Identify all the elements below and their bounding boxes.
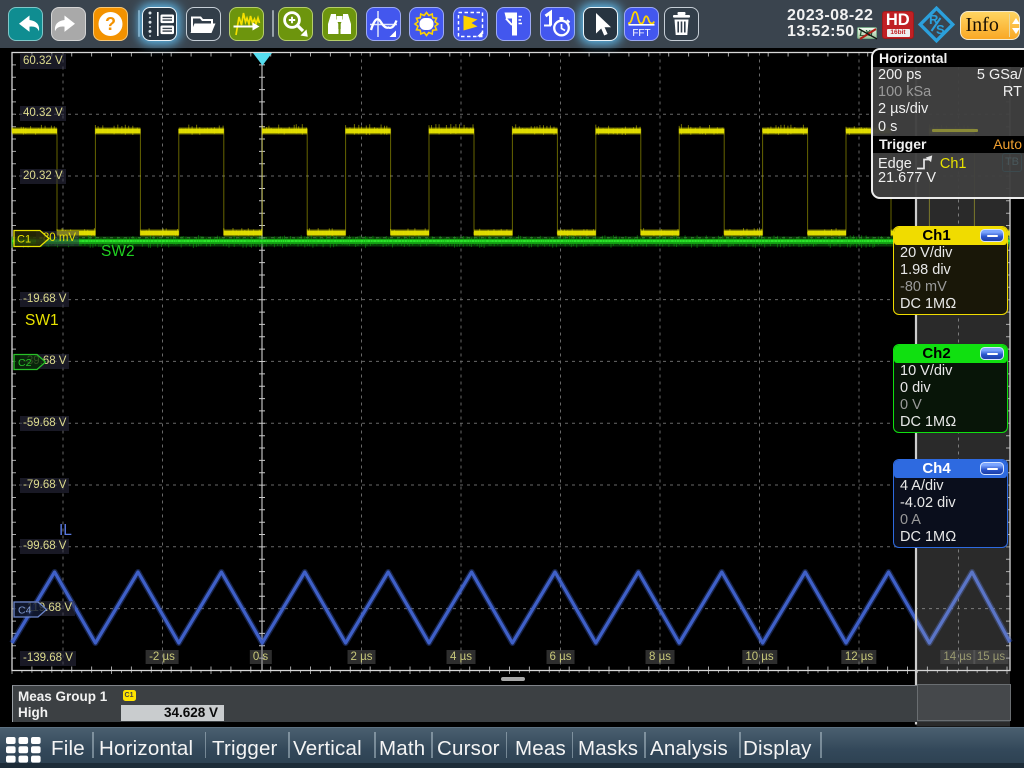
svg-text:C2: C2	[18, 357, 32, 369]
svg-text:FFT: FFT	[632, 28, 650, 39]
svg-text:S: S	[936, 22, 945, 37]
svg-text:C4: C4	[18, 605, 32, 617]
svg-text:?: ?	[105, 14, 116, 34]
svg-text:C1: C1	[17, 234, 31, 246]
